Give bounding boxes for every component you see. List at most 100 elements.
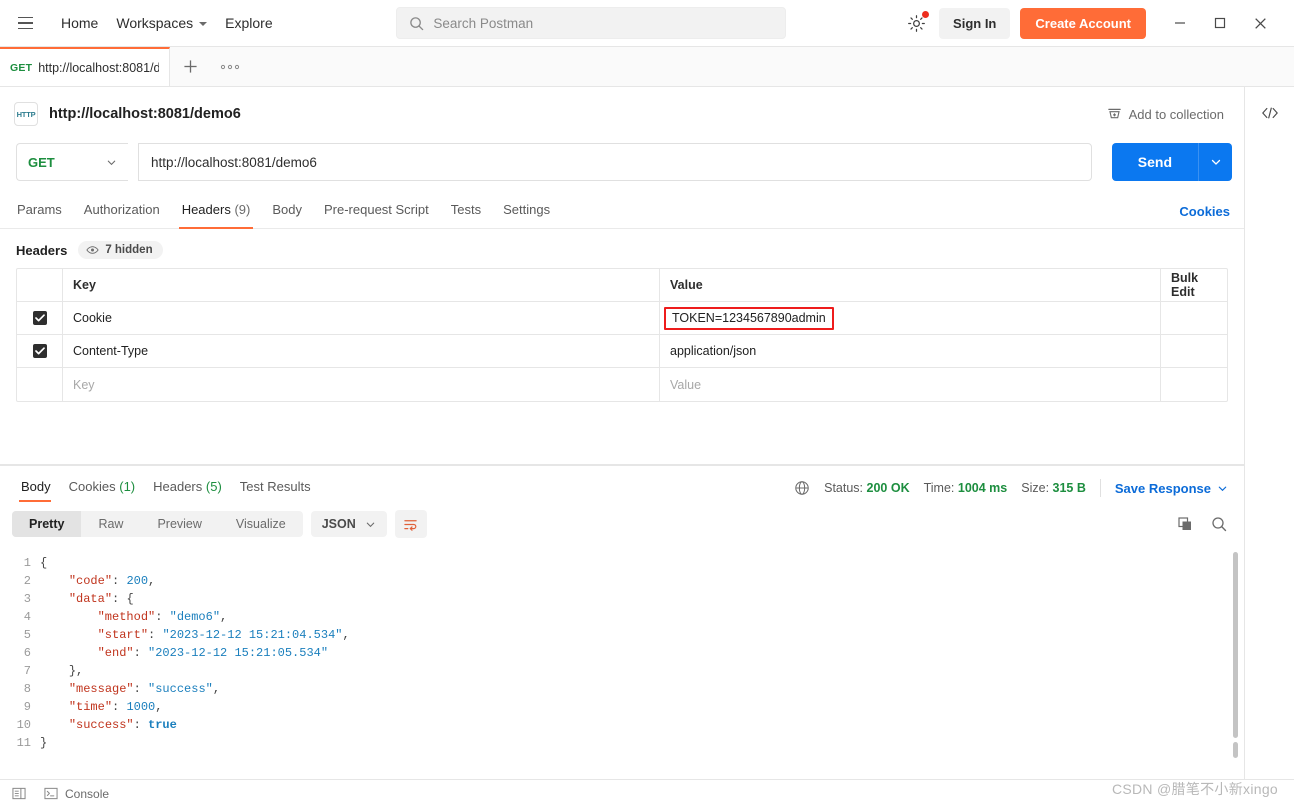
- view-mode-visualize[interactable]: Visualize: [219, 511, 303, 537]
- row-value[interactable]: application/json: [660, 335, 1161, 367]
- tab-pre-request-script-label: Pre-request Script: [323, 202, 429, 217]
- send-button[interactable]: Send: [1111, 143, 1198, 181]
- status-label: Status:: [824, 481, 864, 495]
- row-checkbox[interactable]: [32, 344, 47, 358]
- http-method-select[interactable]: GET: [16, 143, 128, 181]
- view-mode-pretty[interactable]: Pretty: [12, 511, 82, 537]
- line-number: 7: [23, 664, 31, 678]
- search-input[interactable]: Search Postman: [396, 7, 787, 39]
- settings-button[interactable]: [901, 8, 931, 38]
- response-body-code[interactable]: { "code": 200, "data": { "method": "demo…: [40, 546, 1244, 779]
- nav-explore-label: Explore: [225, 15, 273, 31]
- response-tab-headers-label: Headers: [153, 479, 203, 494]
- hidden-headers-label: 7 hidden: [105, 244, 153, 256]
- request-tab-strip: GET http://localhost:8081/dem: [0, 47, 1294, 87]
- headers-label-row: Headers 7 hidden: [0, 229, 1244, 268]
- add-to-collection-button[interactable]: Add to collection: [1099, 102, 1232, 127]
- table-row-empty[interactable]: Key Value: [17, 368, 1227, 401]
- search-icon[interactable]: [1206, 511, 1232, 537]
- minimize-icon[interactable]: [1160, 6, 1200, 40]
- response-format-select[interactable]: JSON: [310, 511, 387, 537]
- row-key[interactable]: Content-Type: [63, 335, 660, 367]
- url-bar: GET http://localhost:8081/demo6 Send: [0, 135, 1244, 191]
- line-number: 1: [23, 556, 31, 570]
- nav-home[interactable]: Home: [52, 10, 107, 36]
- response-tabs: Body Cookies (1) Headers (5) Test Result…: [0, 466, 1244, 504]
- divider: [1099, 479, 1101, 497]
- code-snippet-icon[interactable]: [1255, 99, 1285, 127]
- response-status-bar: Status: 200 OK Time: 1004 ms Size: 315 B…: [794, 479, 1232, 497]
- url-input[interactable]: http://localhost:8081/demo6: [138, 143, 1092, 181]
- search-placeholder: Search Postman: [433, 15, 534, 31]
- vertical-scrollbar-thumb-secondary[interactable]: [1233, 742, 1238, 758]
- request-tabs: Params Authorization Headers (9) Body Pr…: [0, 191, 1244, 229]
- nav-workspaces[interactable]: Workspaces: [107, 10, 216, 36]
- view-mode-preview[interactable]: Preview: [140, 511, 218, 537]
- sign-in-button[interactable]: Sign In: [939, 7, 1011, 39]
- nav-workspaces-label: Workspaces: [116, 15, 194, 31]
- tab-authorization-label: Authorization: [83, 202, 160, 217]
- tab-settings[interactable]: Settings: [492, 194, 561, 228]
- http-protocol-icon: HTTP: [14, 102, 38, 126]
- row-actions: [1161, 302, 1227, 334]
- response-tab-headers-count: (5): [205, 479, 222, 494]
- hidden-headers-toggle[interactable]: 7 hidden: [78, 241, 163, 259]
- console-label: Console: [65, 786, 110, 801]
- tab-tests[interactable]: Tests: [440, 194, 492, 228]
- response-pane: Body Cookies (1) Headers (5) Test Result…: [0, 465, 1244, 779]
- line-number: 6: [23, 646, 31, 660]
- response-tab-test-results-label: Test Results: [239, 479, 311, 494]
- line-number: 9: [23, 700, 31, 714]
- new-tab-button[interactable]: [170, 47, 210, 86]
- tab-headers[interactable]: Headers (9): [171, 194, 262, 229]
- tab-authorization[interactable]: Authorization: [73, 194, 171, 228]
- view-mode-raw[interactable]: Raw: [81, 511, 140, 537]
- save-response-button[interactable]: Save Response: [1115, 481, 1228, 496]
- tab-pre-request-script[interactable]: Pre-request Script: [313, 194, 440, 228]
- line-number: 3: [23, 592, 31, 606]
- row-key[interactable]: Cookie: [63, 302, 660, 334]
- row-checkbox-cell: [17, 368, 63, 401]
- line-number: 11: [16, 736, 31, 750]
- line-number-gutter: 1 2 3 4 5 6 7 8 9 10 11: [0, 546, 40, 779]
- cookies-link[interactable]: Cookies: [1179, 204, 1232, 219]
- console-button[interactable]: Console: [44, 787, 109, 801]
- table-row[interactable]: Cookie TOKEN=1234567890admin: [17, 302, 1227, 335]
- hamburger-icon[interactable]: [12, 10, 38, 36]
- vertical-scrollbar-thumb[interactable]: [1233, 552, 1238, 738]
- bulk-edit-button[interactable]: Bulk Edit: [1161, 269, 1227, 301]
- wrap-lines-icon[interactable]: [394, 510, 427, 538]
- table-row[interactable]: Content-Type application/json: [17, 335, 1227, 368]
- nav-explore[interactable]: Explore: [216, 10, 281, 36]
- app-footer: Console: [0, 779, 1294, 807]
- tab-params[interactable]: Params: [16, 194, 73, 228]
- globe-icon: [794, 480, 810, 496]
- tab-more-options-icon[interactable]: [210, 47, 250, 86]
- nav-home-label: Home: [61, 15, 99, 31]
- create-account-button[interactable]: Create Account: [1020, 7, 1146, 39]
- layout-sidebar-icon: [12, 787, 26, 800]
- search-container: Search Postman: [282, 7, 901, 39]
- send-options-button[interactable]: [1198, 143, 1232, 181]
- request-tab-name: http://localhost:8081/dem: [38, 60, 159, 75]
- response-tab-test-results[interactable]: Test Results: [231, 472, 320, 504]
- response-body-viewer[interactable]: 1 2 3 4 5 6 7 8 9 10 11 { "code": 200, "data": { "…: [0, 546, 1244, 779]
- response-tab-headers[interactable]: Headers (5): [144, 472, 231, 504]
- response-view-toolbar: Pretty Raw Preview Visualize JSON: [0, 504, 1244, 546]
- close-icon[interactable]: [1240, 6, 1280, 40]
- row-actions: [1161, 335, 1227, 367]
- status-value: 200 OK: [866, 481, 910, 495]
- copy-icon[interactable]: [1172, 511, 1198, 537]
- new-value-input[interactable]: Value: [660, 368, 1161, 401]
- tab-body[interactable]: Body: [261, 194, 313, 228]
- maximize-icon[interactable]: [1200, 6, 1240, 40]
- tab-headers-label: Headers: [181, 202, 231, 217]
- request-tab[interactable]: GET http://localhost:8081/dem: [0, 47, 170, 86]
- sidebar-toggle-button[interactable]: [12, 787, 26, 800]
- app-body: HTTP http://localhost:8081/demo6 Add to …: [0, 87, 1294, 779]
- response-tab-body[interactable]: Body: [12, 472, 60, 504]
- row-value[interactable]: TOKEN=1234567890admin: [672, 311, 826, 325]
- row-checkbox[interactable]: [32, 311, 47, 325]
- response-tab-cookies[interactable]: Cookies (1): [60, 472, 144, 504]
- new-key-input[interactable]: Key: [63, 368, 660, 401]
